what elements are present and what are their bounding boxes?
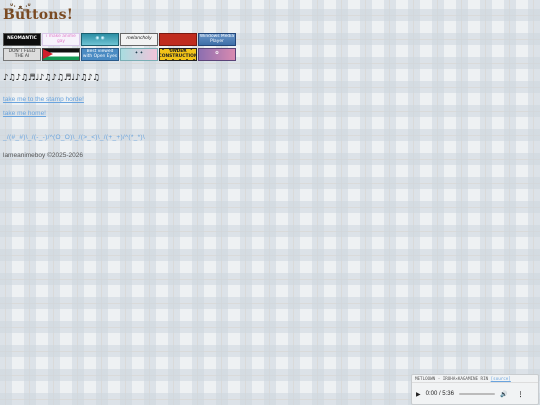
track-title: METLOOWN - IROHA×KAGAMINE RIN — [415, 376, 489, 381]
flower-badge-icon[interactable]: ✿ — [198, 48, 236, 61]
seek-bar[interactable] — [458, 393, 495, 395]
music-stamps: ♪♫♪♫♬♩♪♫♪♫♬♩♪♫♪♫ — [3, 73, 100, 83]
anime-gay-badge-icon[interactable]: i make anime gay — [42, 33, 80, 46]
melancholy-badge-icon[interactable]: melancholy — [120, 33, 158, 46]
dont-feed-ai-badge-icon[interactable]: DON'T FEED THE AI — [3, 48, 41, 61]
sparkle-badge-icon[interactable]: ✦ ✦ — [120, 48, 158, 61]
badge-label: Windows Media Player — [199, 33, 235, 44]
play-icon[interactable]: ▶ — [416, 391, 421, 398]
footer-copyright: lameanimeboy ©2025-2026 — [3, 152, 83, 159]
home-link[interactable]: take me home! — [3, 110, 46, 117]
open-eyes-badge-icon[interactable]: Best viewed with Open Eyes — [81, 48, 119, 61]
neomantic-badge-icon[interactable]: NEOMANTIC — [3, 33, 41, 46]
audio-player: METLOOWN - IROHA×KAGAMINE RIN [source] ▶… — [411, 374, 539, 405]
badge-grid: NEOMANTIC i make anime gay ◉ ◉ melanchol… — [3, 33, 243, 61]
eyes-badge-icon[interactable]: ◉ ◉ — [81, 33, 119, 46]
badge-label: NEOMANTIC — [7, 36, 37, 42]
red-badge-icon[interactable] — [159, 33, 197, 46]
under-construction-badge-icon[interactable]: UNDER CONSTRUCTION — [159, 48, 197, 61]
mascot-icon: ᐡ̳ᐧ ﻌ ᐧ̳ᐡ — [10, 1, 31, 11]
now-playing: METLOOWN - IROHA×KAGAMINE RIN [source] — [412, 375, 538, 383]
palestine-flag-badge-icon[interactable] — [42, 48, 80, 61]
badge-label: Best viewed with Open Eyes — [82, 48, 118, 59]
player-controls: ▶ 0:00 / 5:36 🔊 ⋮ — [412, 383, 538, 405]
badge-label: melancholy — [126, 36, 152, 42]
source-link[interactable]: [source] — [491, 376, 511, 381]
volume-icon[interactable]: 🔊 — [500, 391, 507, 398]
more-vert-icon[interactable]: ⋮ — [517, 391, 523, 398]
badge-label: UNDER CONSTRUCTION — [159, 48, 197, 60]
badge-label: ✿ — [215, 51, 219, 57]
badge-label: i make anime gay — [46, 33, 76, 44]
stamp-horde-link[interactable]: take me to the stamp horde! — [3, 96, 84, 103]
badge-label: ✦ ✦ — [134, 51, 144, 57]
decoration-text: _/(#_#)\_/(-_-)/^(O_O)\_/(>_<)\_/(+_+)/^… — [3, 134, 145, 141]
badge-label: ◉ ◉ — [95, 36, 105, 42]
windows-media-player-badge-icon[interactable]: Windows Media Player — [198, 33, 236, 46]
time-display: 0:00 / 5:36 — [425, 391, 454, 397]
flag-triangle — [43, 49, 53, 59]
page-title: ᐡ̳ᐧ ﻌ ᐧ̳ᐡ Buttons! — [3, 1, 73, 23]
badge-label: DON'T FEED THE AI — [8, 48, 36, 59]
